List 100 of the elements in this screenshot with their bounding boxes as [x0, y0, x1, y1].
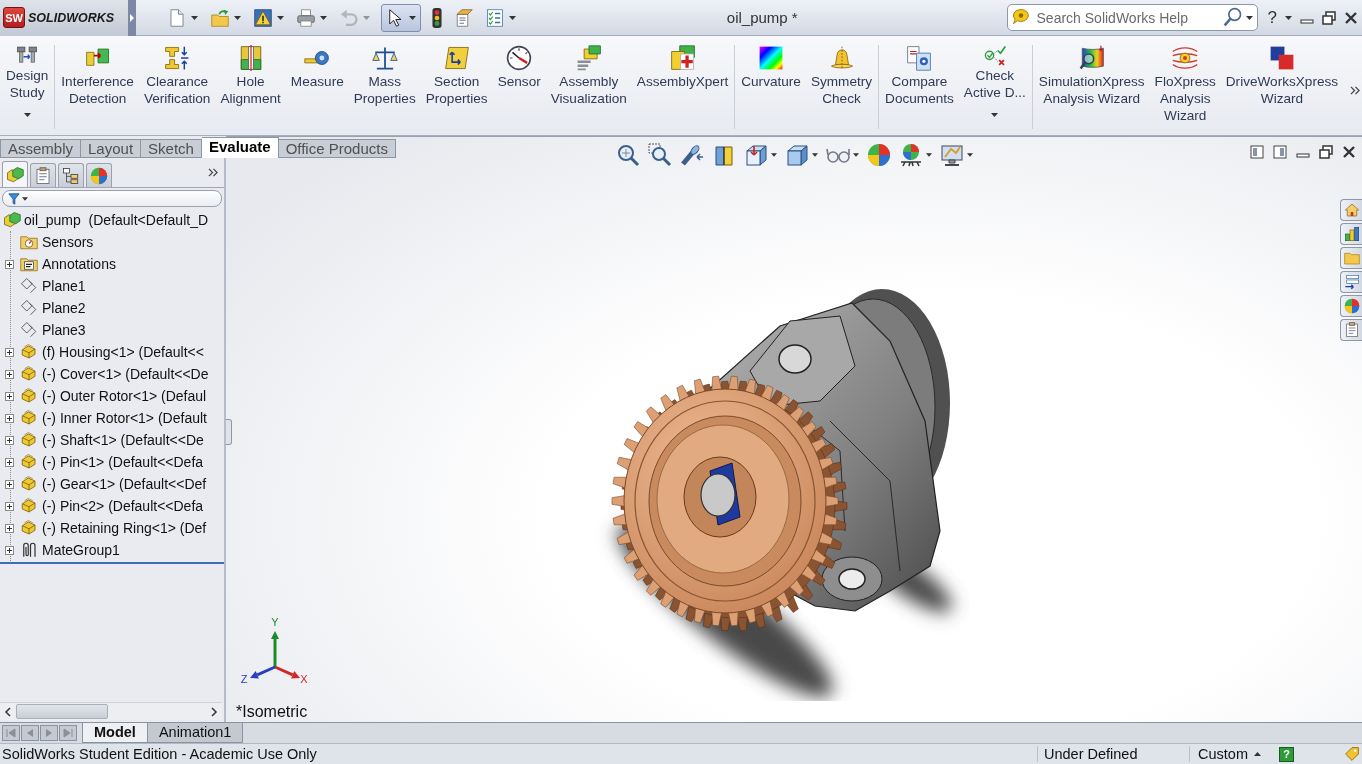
caret-icon[interactable]	[811, 153, 818, 157]
caret-icon[interactable]	[1245, 16, 1253, 20]
ribbon-button[interactable]: Assembly Visualization	[545, 45, 632, 107]
double-chevron-icon[interactable]	[208, 168, 218, 177]
tab[interactable]: Evaluate	[201, 137, 279, 158]
monitor-icon[interactable]	[939, 143, 964, 167]
caret-icon[interactable]	[509, 15, 516, 20]
ribbon-button[interactable]: Hole Alignment	[215, 45, 286, 107]
help-button[interactable]: ?	[1267, 7, 1277, 28]
task-pane-tab[interactable]	[1340, 295, 1362, 317]
ribbon-button[interactable]: Interference Detection	[56, 45, 139, 107]
panel-tab[interactable]	[2, 161, 28, 187]
chevron-left-icon[interactable]	[4, 706, 12, 717]
restore-icon[interactable]	[1319, 145, 1333, 159]
double-chevron-icon[interactable]	[1350, 85, 1360, 95]
checklist-icon[interactable]	[486, 8, 504, 27]
caret-icon[interactable]	[1253, 752, 1261, 756]
close-icon[interactable]	[1344, 10, 1358, 25]
tree-item[interactable]: Annotations	[42, 256, 116, 272]
printer-icon[interactable]	[297, 8, 315, 27]
ribbon-button[interactable]: FloXpress Analysis Wizard	[1149, 45, 1221, 124]
ribbon-button[interactable]: Design Study	[1, 45, 54, 117]
ribbon-button[interactable]: Mass Properties	[348, 45, 421, 107]
spyglass-icon[interactable]	[679, 143, 704, 167]
scrollbar-thumb[interactable]	[16, 704, 108, 719]
zoom-area-icon[interactable]	[647, 143, 672, 167]
caret-icon[interactable]	[925, 153, 932, 157]
caret-icon[interactable]	[966, 153, 973, 157]
filter-icon[interactable]	[8, 192, 20, 205]
tree-item[interactable]: (-) Shaft<1> (Default<<De	[42, 432, 204, 448]
document-icon[interactable]	[455, 8, 473, 27]
tree-item[interactable]: (-) Pin<1> (Default<<Defa	[42, 454, 204, 470]
expand-button[interactable]	[5, 369, 14, 379]
splitter-handle[interactable]	[226, 419, 232, 445]
task-pane-tab[interactable]	[1340, 319, 1362, 341]
caret-icon[interactable]	[852, 153, 859, 157]
tree-item[interactable]: (-) Pin<2> (Default<<Defa	[42, 498, 204, 514]
tab[interactable]: Sketch	[141, 139, 202, 158]
tab[interactable]: Model	[82, 723, 148, 743]
task-pane-tab[interactable]	[1340, 223, 1362, 245]
panel-left-icon[interactable]	[1250, 145, 1264, 159]
search-icon[interactable]	[1222, 7, 1243, 27]
caret-icon[interactable]	[320, 15, 327, 20]
expand-button[interactable]	[5, 523, 14, 533]
units-button[interactable]: Custom	[1189, 746, 1273, 762]
ribbon-button[interactable]: Compare Documents	[880, 45, 959, 107]
tree-item[interactable]: MateGroup1	[42, 542, 120, 558]
new-document-icon[interactable]	[168, 8, 186, 27]
zoom-icon[interactable]	[615, 143, 640, 167]
horizontal-scrollbar[interactable]	[0, 702, 222, 720]
search-field[interactable]: Search SolidWorks Help	[1006, 4, 1258, 31]
expand-button[interactable]	[5, 391, 14, 401]
traffic-light-icon[interactable]	[432, 7, 442, 28]
ribbon-button[interactable]: Symmetry Check	[805, 45, 878, 107]
caret-icon[interactable]	[409, 15, 416, 20]
tree-item[interactable]: (-) Gear<1> (Default<<Def	[42, 476, 207, 492]
tab[interactable]: Office Products	[278, 139, 396, 158]
expand-button[interactable]	[5, 259, 14, 269]
caret-icon[interactable]	[22, 196, 28, 201]
panel-right-icon[interactable]	[1273, 145, 1287, 159]
ribbon-button[interactable]: Sensor	[492, 45, 546, 90]
caret-icon[interactable]	[770, 153, 777, 157]
caret-icon[interactable]	[991, 113, 999, 117]
toolbar-button[interactable]	[381, 3, 421, 32]
expand-button[interactable]	[5, 545, 14, 555]
warning-icon[interactable]	[254, 8, 272, 27]
ribbon-button[interactable]: Curvature	[736, 45, 806, 90]
flyout-arrow-icon[interactable]	[128, 0, 136, 36]
sphere-icon[interactable]	[866, 143, 891, 167]
help-button[interactable]: ?	[1279, 746, 1294, 762]
expand-button[interactable]	[5, 347, 14, 357]
expand-button[interactable]	[5, 501, 14, 511]
task-pane-tab[interactable]	[1340, 247, 1362, 269]
tree-item[interactable]: (f) Housing<1> (Default<<	[42, 344, 204, 360]
filter-field[interactable]	[2, 190, 222, 207]
caret-icon[interactable]	[277, 15, 284, 20]
tree-item[interactable]: oil_pump (Default<Default_D	[24, 212, 209, 228]
folder-icon[interactable]	[211, 8, 229, 27]
caret-icon[interactable]	[191, 15, 198, 20]
ribbon-button[interactable]: Check Active D...	[958, 45, 1031, 117]
restore-icon[interactable]	[1322, 10, 1336, 25]
panel-tab[interactable]	[58, 163, 84, 187]
caret-icon[interactable]	[234, 15, 241, 20]
panel-tab[interactable]	[86, 163, 112, 187]
cube-arrow-icon[interactable]	[743, 143, 768, 167]
expand-button[interactable]	[5, 413, 14, 423]
ribbon-button[interactable]: AssemblyXpert	[631, 45, 734, 90]
close-icon[interactable]	[1342, 145, 1356, 159]
pointer-icon[interactable]	[386, 8, 404, 27]
tab[interactable]: Animation1	[147, 723, 244, 743]
task-pane-tab[interactable]	[1340, 271, 1362, 293]
ribbon-button[interactable]: Clearance Verification	[138, 45, 216, 107]
ribbon-button[interactable]: Measure	[285, 45, 349, 90]
cube-icon[interactable]	[784, 143, 809, 167]
caret-icon[interactable]	[1285, 15, 1292, 20]
ribbon-button[interactable]: Section Properties	[420, 45, 493, 107]
tree-item[interactable]: (-) Cover<1> (Default<<De	[42, 366, 209, 382]
tree-item[interactable]: (-) Inner Rotor<1> (Default	[42, 410, 207, 426]
tree-item[interactable]: Plane2	[42, 300, 86, 316]
tree-item[interactable]: (-) Outer Rotor<1> (Defaul	[42, 388, 207, 404]
